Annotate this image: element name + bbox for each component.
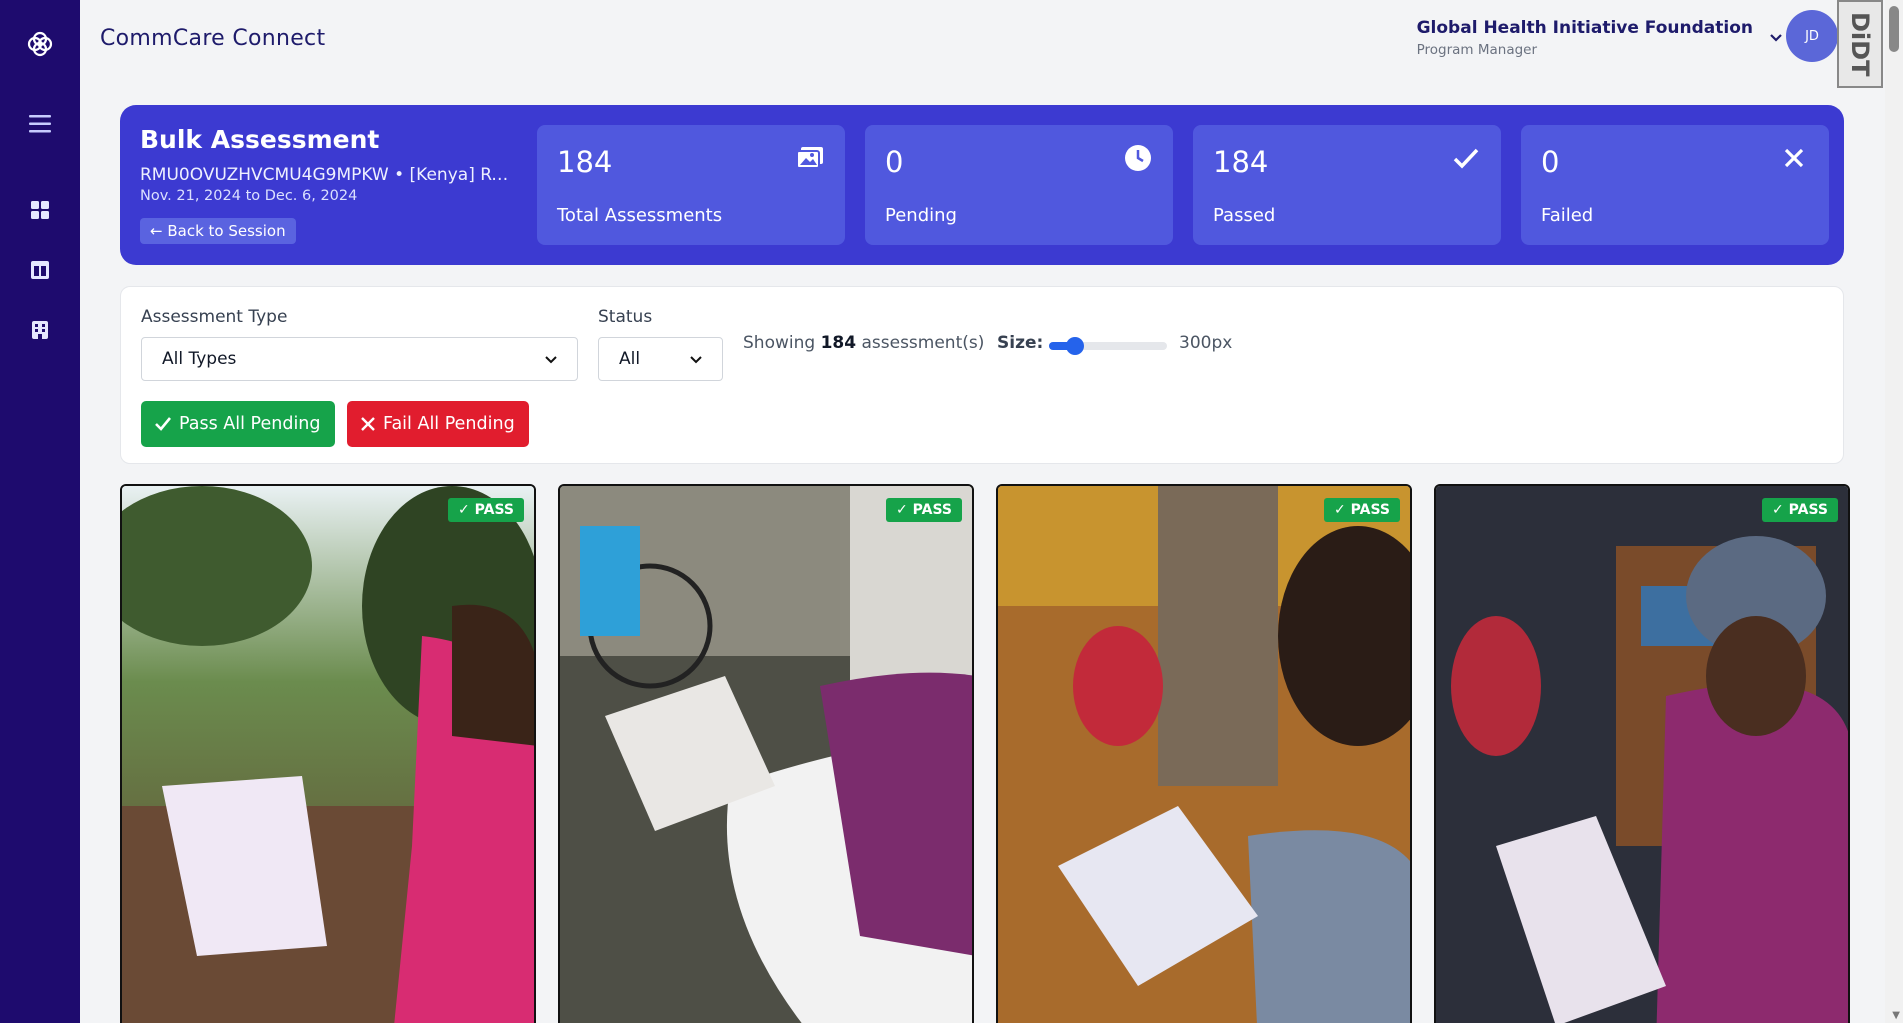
stat-value: 0 — [1541, 145, 1560, 179]
stat-label: Pending — [885, 205, 957, 226]
card-status: PASS — [474, 502, 514, 518]
extension-badge[interactable]: DiDT — [1837, 0, 1883, 88]
size-slider-thumb[interactable] — [1065, 337, 1084, 355]
building-icon[interactable] — [0, 316, 80, 344]
card-status: PASS — [1350, 502, 1390, 518]
assessment-card[interactable]: ✓ PASS — [996, 484, 1412, 1023]
pass-badge: ✓ PASS — [886, 498, 962, 522]
hamburger-menu-icon[interactable] — [0, 108, 80, 140]
page-title: Bulk Assessment — [140, 125, 380, 154]
assessment-type-value: All Types — [162, 349, 237, 369]
x-icon — [1779, 143, 1809, 173]
fail-all-label: Fail All Pending — [383, 414, 515, 434]
check-icon — [1451, 143, 1481, 173]
pass-all-label: Pass All Pending — [179, 414, 321, 434]
stat-label: Failed — [1541, 205, 1594, 226]
session-identifier: RMU0OVUZHVCMU4G9MPKW • [Kenya] Re... — [140, 165, 515, 185]
scrollbar-thumb[interactable] — [1889, 6, 1899, 52]
columns-icon[interactable] — [0, 256, 80, 284]
assessment-photo — [122, 486, 534, 1023]
assessment-type-label: Assessment Type — [141, 307, 288, 327]
size-slider[interactable] — [1049, 337, 1167, 355]
chevron-down-icon[interactable] — [1769, 28, 1783, 47]
showing-prefix: Showing — [743, 333, 816, 353]
stat-value: 184 — [557, 145, 613, 179]
status-select[interactable]: All — [598, 337, 723, 381]
avatar[interactable]: JD — [1786, 10, 1838, 62]
assessment-photo — [998, 486, 1410, 1023]
org-switcher[interactable]: Global Health Initiative Foundation Prog… — [1417, 18, 1753, 58]
chevron-down-icon — [690, 349, 702, 369]
images-icon — [795, 143, 825, 173]
app-logo-icon[interactable] — [0, 26, 80, 62]
chevron-down-icon — [545, 349, 557, 369]
pass-all-pending-button[interactable]: Pass All Pending — [141, 401, 335, 447]
filters-panel: Assessment Type All Types Status All Sho… — [120, 286, 1844, 464]
app-title: CommCare Connect — [100, 26, 326, 51]
stat-pending: 0 Pending — [865, 125, 1173, 245]
stat-value: 0 — [885, 145, 904, 179]
scroll-down-icon[interactable]: ▼ — [1892, 1010, 1900, 1021]
scrollbar[interactable]: ▼ — [1885, 0, 1903, 1023]
results-count: Showing 184 assessment(s) — [743, 333, 984, 353]
user-role: Program Manager — [1416, 42, 1538, 58]
stat-value: 184 — [1213, 145, 1269, 179]
size-value: 300px — [1179, 333, 1233, 353]
assessment-photo — [560, 486, 972, 1023]
session-dates: Nov. 21, 2024 to Dec. 6, 2024 — [140, 188, 358, 204]
pass-badge: ✓ PASS — [1324, 498, 1400, 522]
stat-total-assessments: 184 Total Assessments — [537, 125, 845, 245]
assessment-card[interactable]: ✓ PASS — [558, 484, 974, 1023]
stat-passed: 184 Passed — [1193, 125, 1501, 245]
stat-label: Total Assessments — [557, 205, 723, 226]
assessment-photo — [1436, 486, 1848, 1023]
status-value: All — [619, 349, 641, 369]
status-label: Status — [598, 307, 653, 327]
x-icon — [361, 417, 375, 431]
stat-label: Passed — [1213, 205, 1276, 226]
size-label: Size: — [997, 333, 1044, 353]
showing-count: 184 — [820, 333, 857, 353]
sidebar — [0, 0, 80, 1023]
back-to-session-button[interactable]: ← Back to Session — [140, 218, 296, 244]
card-status: PASS — [1788, 502, 1828, 518]
showing-suffix: assessment(s) — [861, 333, 985, 353]
assessment-type-select[interactable]: All Types — [141, 337, 578, 381]
org-name: Global Health Initiative Foundation — [1416, 18, 1753, 38]
stat-failed: 0 Failed — [1521, 125, 1829, 245]
top-bar: CommCare Connect Global Health Initiativ… — [80, 0, 1883, 80]
assessment-summary-banner: Bulk Assessment RMU0OVUZHVCMU4G9MPKW • [… — [120, 105, 1844, 265]
assessment-card[interactable]: ✓ PASS — [120, 484, 536, 1023]
assessment-card[interactable]: ✓ PASS — [1434, 484, 1850, 1023]
clock-icon — [1123, 143, 1153, 173]
pass-badge: ✓ PASS — [1762, 498, 1838, 522]
dashboard-grid-icon[interactable] — [0, 196, 80, 224]
check-icon — [155, 417, 171, 431]
pass-badge: ✓ PASS — [448, 498, 524, 522]
fail-all-pending-button[interactable]: Fail All Pending — [347, 401, 529, 447]
card-status: PASS — [912, 502, 952, 518]
